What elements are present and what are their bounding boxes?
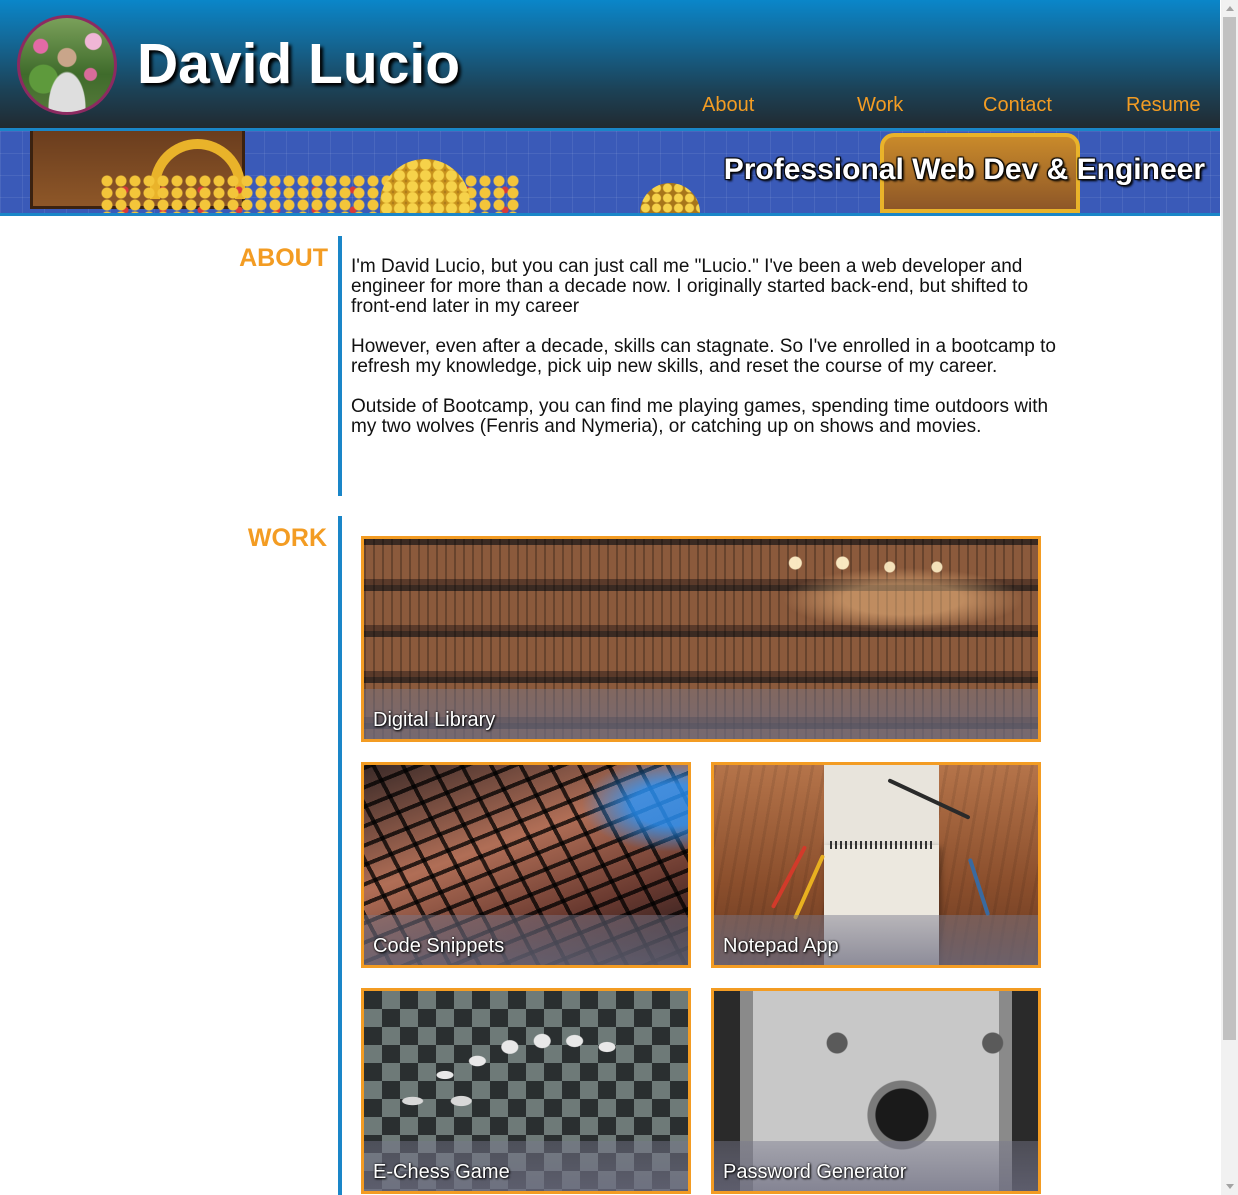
work-heading: WORK xyxy=(247,524,327,552)
about-heading: ABOUT xyxy=(239,244,328,272)
project-card-digital-library[interactable]: Digital Library xyxy=(361,536,1041,742)
scrollbar-thumb[interactable] xyxy=(1223,17,1236,1040)
main-nav: About Work Contact Resume xyxy=(0,93,1220,117)
banner-tagline: Professional Web Dev & Engineer xyxy=(723,153,1205,186)
site-header: David Lucio About Work Contact Resume xyxy=(0,0,1220,131)
project-title: Code Snippets xyxy=(373,935,505,957)
nav-link-work[interactable]: Work xyxy=(857,93,903,117)
about-paragraph-3: Outside of Bootcamp, you can find me pla… xyxy=(351,396,1049,437)
scroll-up-arrow-icon[interactable] xyxy=(1221,0,1238,17)
hero-banner: Professional Web Dev & Engineer xyxy=(0,131,1220,216)
about-paragraph-2: However, even after a decade, skills can… xyxy=(351,336,1056,377)
project-title: E-Chess Game xyxy=(373,1161,510,1183)
work-divider xyxy=(338,516,342,1195)
ruler-image xyxy=(887,778,971,820)
about-text: I'm David Lucio, but you can just call m… xyxy=(351,257,1056,457)
project-title: Digital Library xyxy=(373,709,496,731)
project-card-notepad-app[interactable]: Notepad App xyxy=(711,762,1041,968)
blue-pencil-image xyxy=(967,857,991,917)
gold-pile-small-image xyxy=(640,183,700,213)
project-card-code-snippets[interactable]: Code Snippets xyxy=(361,762,691,968)
gold-pile-image xyxy=(380,159,470,213)
nav-link-about[interactable]: About xyxy=(702,93,754,117)
nav-link-contact[interactable]: Contact xyxy=(983,93,1052,117)
nav-link-resume[interactable]: Resume xyxy=(1126,93,1200,117)
project-card-password-generator[interactable]: Password Generator xyxy=(711,988,1041,1194)
scroll-down-arrow-icon[interactable] xyxy=(1221,1178,1238,1195)
about-divider xyxy=(338,236,342,496)
site-title: David Lucio xyxy=(137,32,461,96)
about-paragraph-1: I'm David Lucio, but you can just call m… xyxy=(351,256,1029,317)
project-title: Password Generator xyxy=(723,1161,907,1183)
vertical-scrollbar[interactable] xyxy=(1221,0,1238,1195)
project-title: Notepad App xyxy=(723,935,839,957)
project-card-e-chess-game[interactable]: E-Chess Game xyxy=(361,988,691,1194)
